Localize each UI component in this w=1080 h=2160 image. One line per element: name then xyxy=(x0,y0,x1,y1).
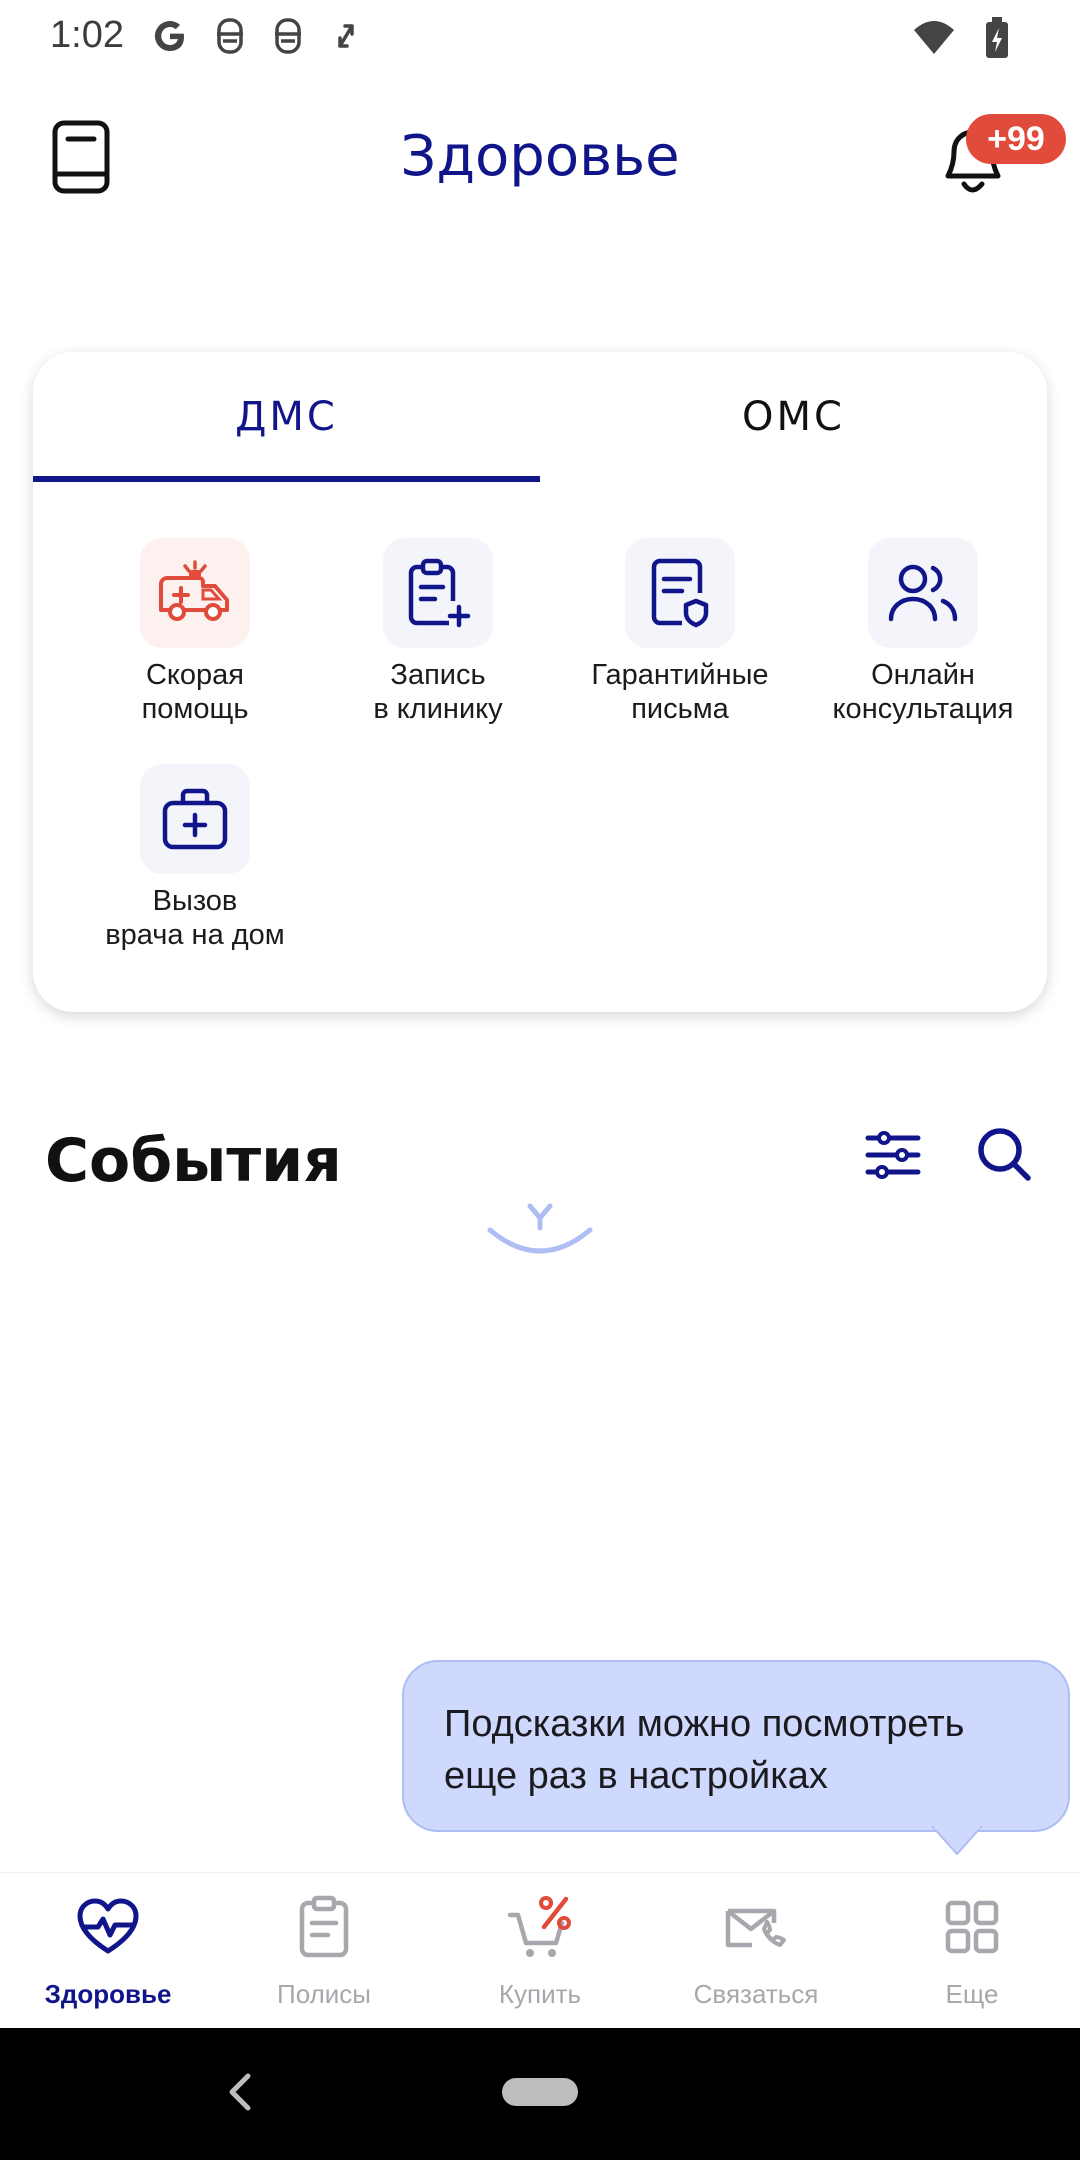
document-shield-icon xyxy=(625,538,735,648)
nav-label: Еще xyxy=(945,1979,999,2009)
service-ambulance[interactable]: Скорая помощь xyxy=(75,538,315,726)
status-bar: 1:02 xyxy=(0,0,1080,78)
nav-item-policies[interactable]: Полисы xyxy=(216,1873,432,2029)
wifi-icon xyxy=(914,21,954,54)
envelope-phone-icon xyxy=(725,1908,786,1948)
tab-active-indicator xyxy=(33,476,540,482)
nav-label: Здоровье xyxy=(44,1979,172,2009)
nav-item-contact[interactable]: Связаться xyxy=(648,1873,864,2029)
back-icon[interactable] xyxy=(226,2070,254,2114)
tab-oms[interactable]: ОМС xyxy=(540,352,1047,482)
nav-item-more[interactable]: Еще xyxy=(864,1873,1080,2029)
service-label: Запись в клинику xyxy=(373,659,503,725)
service-clinic-appointment[interactable]: Запись в клинику xyxy=(318,538,558,726)
status-icons-right xyxy=(912,16,1010,60)
tooltip-tail xyxy=(932,1826,982,1856)
page-title: Здоровье xyxy=(400,124,680,189)
incognito-icon xyxy=(275,18,301,54)
heart-pulse-icon xyxy=(77,1898,139,1954)
grid-icon xyxy=(945,1900,999,1954)
app-header: Здоровье +99 xyxy=(0,110,1080,210)
cart-percent-icon xyxy=(508,1896,571,1957)
service-guarantee-letters[interactable]: Гарантийные письма xyxy=(560,538,800,726)
medical-bag-icon xyxy=(140,764,250,874)
screen-rotate-icon xyxy=(338,24,354,48)
ambulance-icon xyxy=(140,538,250,648)
service-label: Вызов врача на дом xyxy=(105,885,285,951)
system-navigation-bar xyxy=(0,2028,1080,2160)
bottom-navigation: Здоровье Полисы Купить Связаться Еще xyxy=(0,1872,1080,2028)
incognito-icon xyxy=(217,18,243,54)
clipboard-icon xyxy=(299,1895,349,1958)
google-g-icon xyxy=(154,21,184,52)
insurance-services-card: ДМС ОМС Скорая помощь Запись в клинику Г… xyxy=(33,352,1047,1012)
insurance-tabs: ДМС ОМС xyxy=(33,352,1047,482)
notification-badge: +99 xyxy=(966,114,1066,164)
nav-label: Полисы xyxy=(277,1979,371,2009)
service-label: Скорая помощь xyxy=(141,659,249,725)
battery-charging-icon xyxy=(986,17,1008,58)
tab-dms[interactable]: ДМС xyxy=(33,352,540,482)
service-online-consultation[interactable]: Онлайн консультация xyxy=(803,538,1043,726)
nav-item-buy[interactable]: Купить xyxy=(432,1873,648,2029)
hint-tooltip[interactable]: Подсказки можно посмотреть еще раз в нас… xyxy=(402,1660,1070,1832)
service-label: Онлайн консультация xyxy=(832,659,1014,725)
events-title: События xyxy=(45,1126,342,1196)
nav-label: Купить xyxy=(498,1979,582,2009)
status-icons-left xyxy=(150,16,364,56)
nav-item-health[interactable]: Здоровье xyxy=(0,1873,216,2029)
loading-spinner-icon xyxy=(487,1203,593,1254)
status-time: 1:02 xyxy=(50,14,124,56)
home-pill-button[interactable] xyxy=(502,2078,578,2106)
service-doctor-home-call[interactable]: Вызов врача на дом xyxy=(75,764,315,952)
users-icon xyxy=(868,538,978,648)
filter-icon[interactable] xyxy=(864,1126,922,1184)
search-icon[interactable] xyxy=(976,1126,1032,1182)
clipboard-plus-icon xyxy=(383,538,493,648)
nav-label: Связаться xyxy=(693,1979,819,2009)
service-label: Гарантийные письма xyxy=(591,659,769,725)
